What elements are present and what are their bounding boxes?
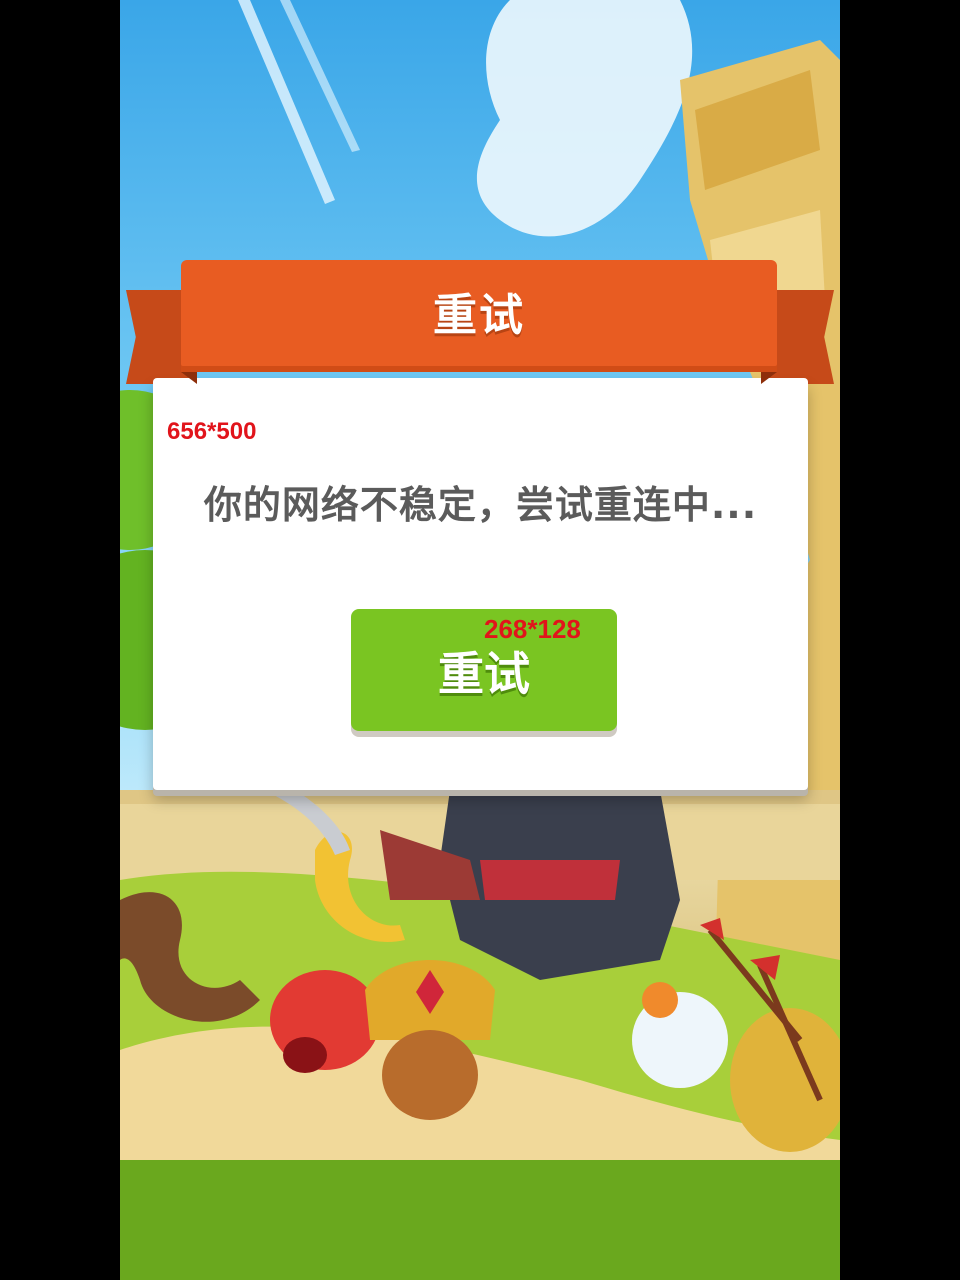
hero-face <box>382 1030 478 1120</box>
warrior-mouth <box>480 860 620 900</box>
button-size-annotation: 268*128 <box>484 614 581 644</box>
snowman-nose <box>642 982 678 1018</box>
dino-mouth <box>283 1037 327 1073</box>
dialog-size-annotation: 656*500 <box>167 418 257 445</box>
sky-streak <box>280 0 360 152</box>
screen: 重试 656*500 你的网络不稳定，尝试重连中... 重试 268*128 <box>0 0 960 1280</box>
dialog-title: 重试 <box>433 290 525 341</box>
cloud <box>476 0 693 237</box>
network-message: 你的网络不稳定，尝试重连中... <box>203 483 758 527</box>
sky-streak <box>238 0 335 204</box>
foreground-grass <box>120 1160 840 1280</box>
